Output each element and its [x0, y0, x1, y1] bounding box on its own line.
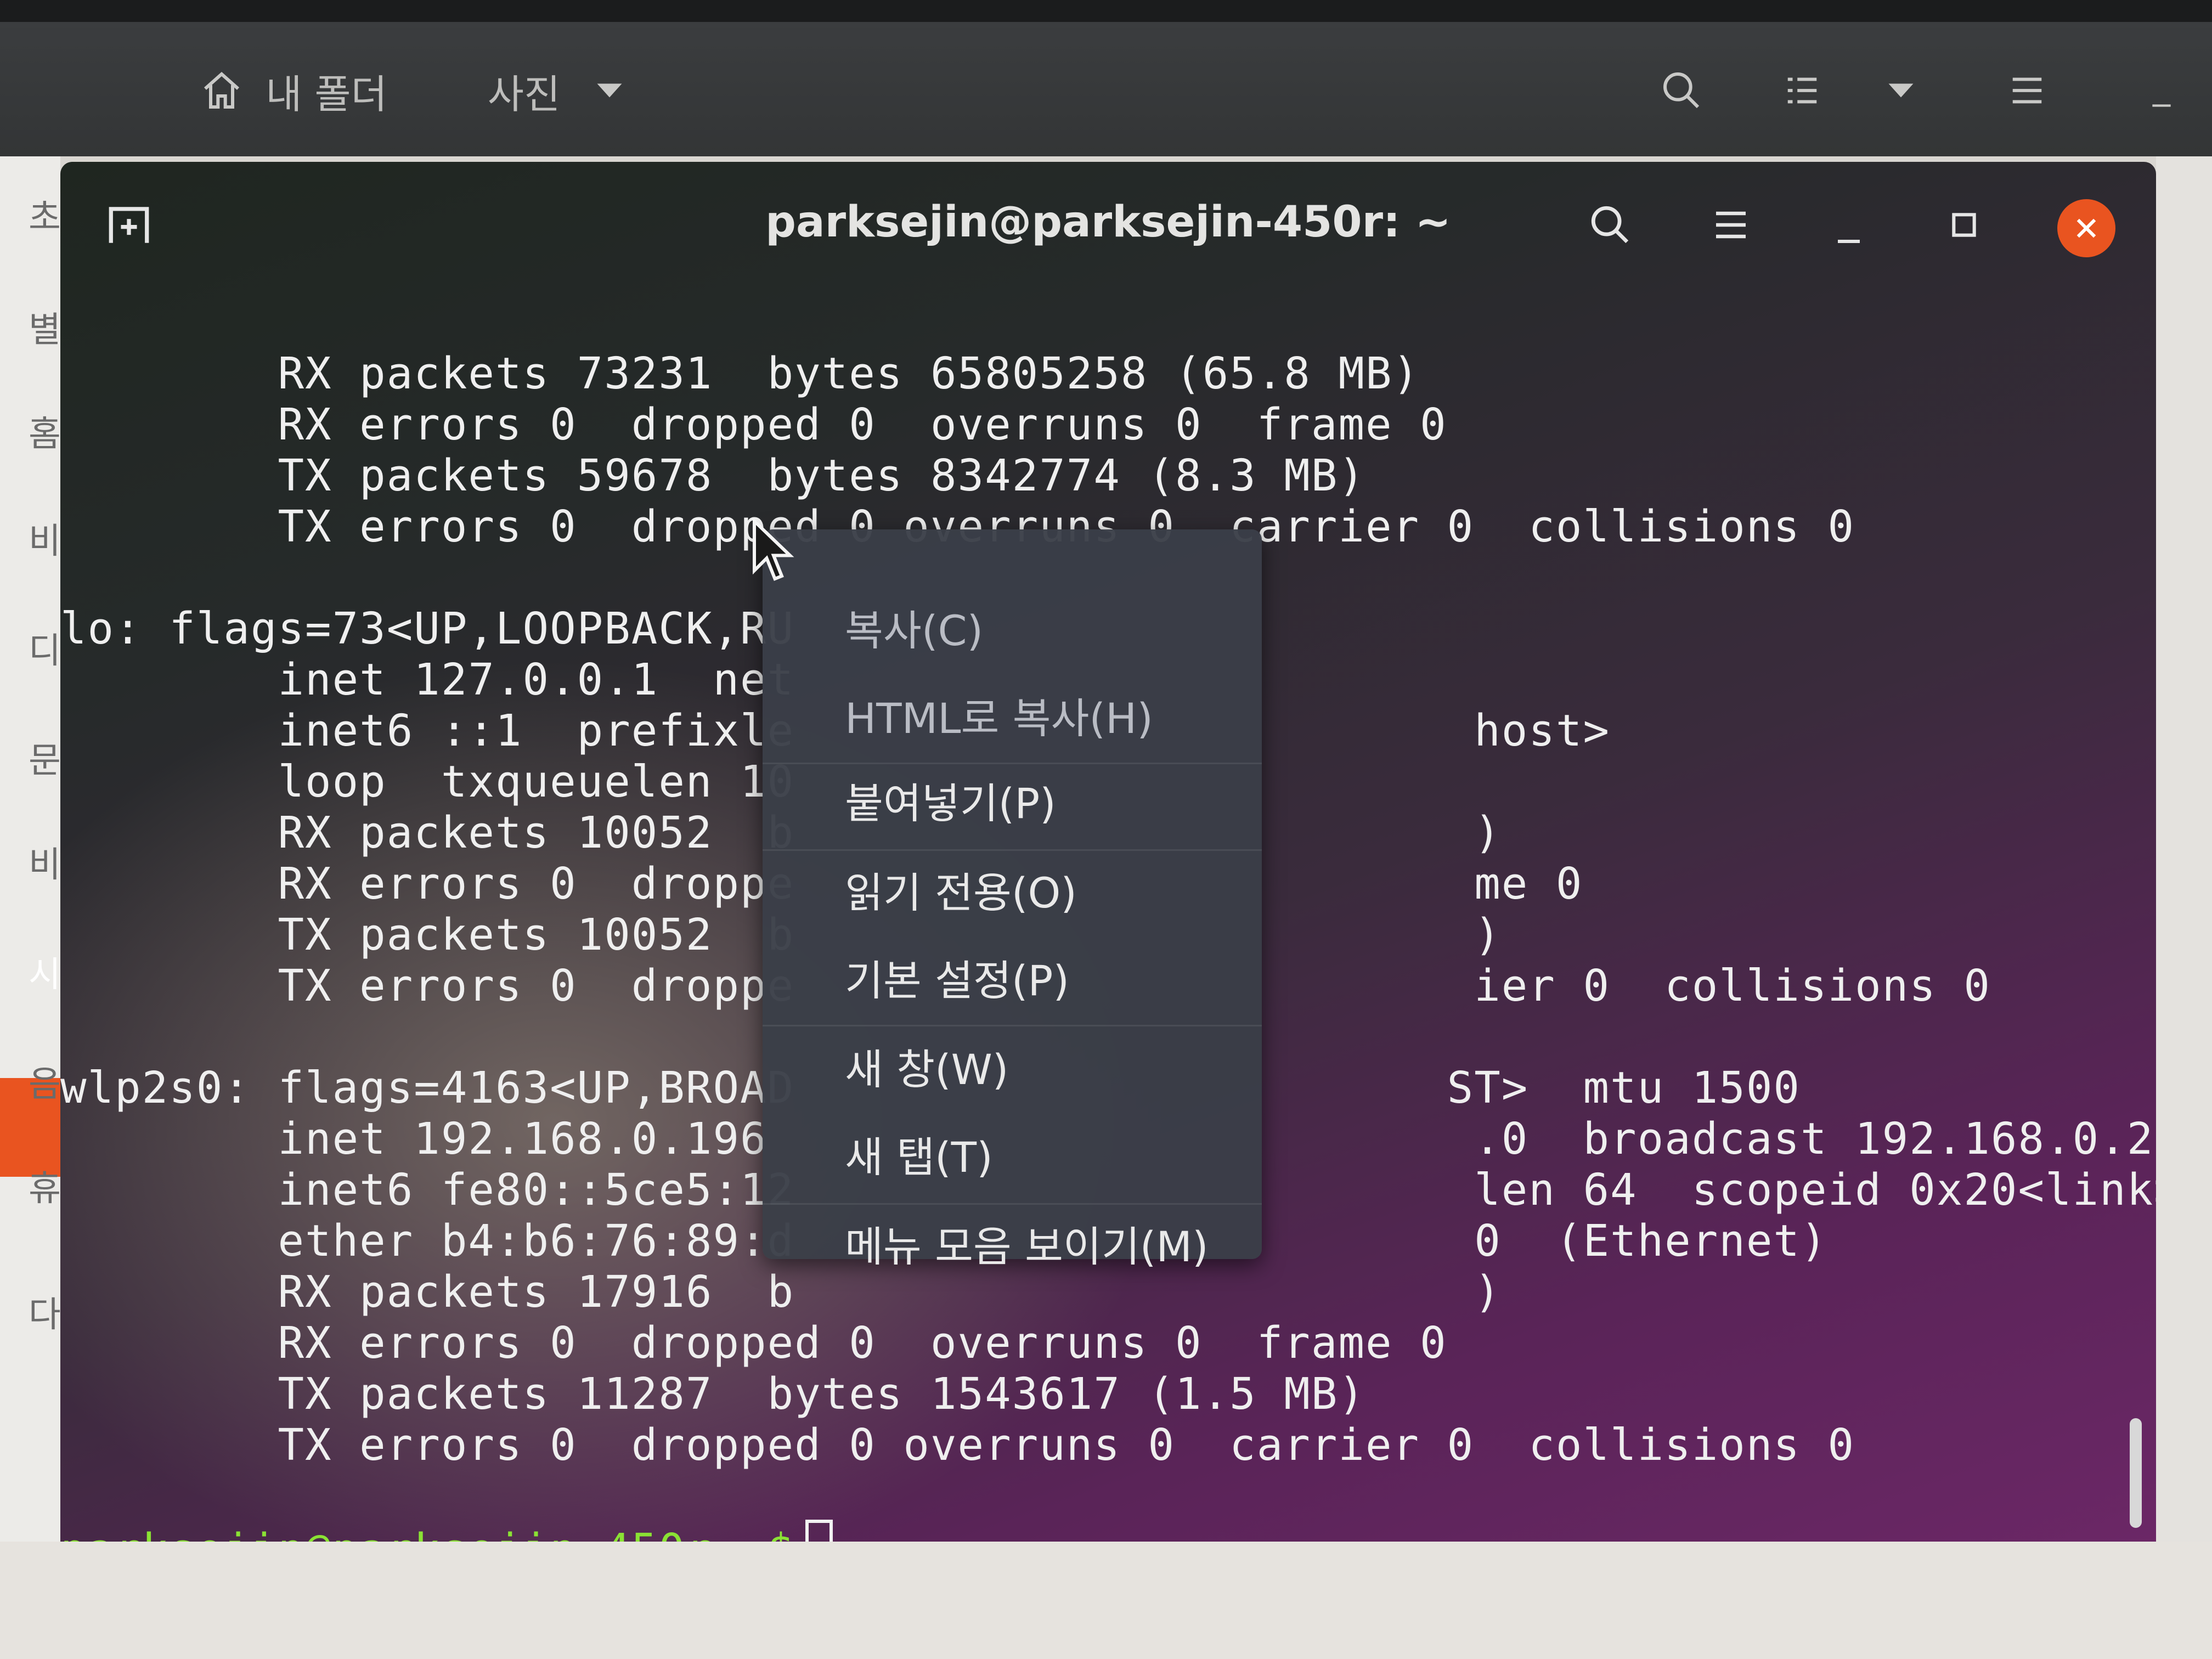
new-tab-icon	[109, 207, 149, 243]
shell-prompt: parksejin@parksejin-450r:~$	[60, 1525, 794, 1542]
current-folder-label: 사진	[487, 71, 561, 117]
text-cursor	[805, 1520, 833, 1542]
terminal-line: loop txqueuelen 10	[60, 757, 795, 807]
folder-path-button[interactable]: 사진	[472, 60, 642, 121]
search-icon	[1591, 206, 1629, 244]
fm-search-button[interactable]	[1640, 60, 1723, 121]
desktop-bottom	[0, 1542, 2212, 1659]
sidebar-item[interactable]: 초	[29, 189, 61, 240]
terminal-line: RX packets 73231 bytes 65805258 (65.8 MB…	[60, 348, 1420, 399]
terminal-maximize-button[interactable]	[1926, 195, 2002, 255]
search-icon	[1663, 72, 1700, 109]
terminal-line: RX errors 0 dropped 0 overruns 0 frame 0	[60, 1318, 1447, 1368]
sidebar-item[interactable]: 별	[29, 302, 61, 352]
terminal-menu-button[interactable]	[1690, 195, 1772, 255]
menu-item-read-only[interactable]: 읽기 전용(O)	[845, 852, 1077, 934]
close-icon	[2076, 218, 2096, 238]
sidebar-item[interactable]: 문	[29, 732, 61, 783]
terminal-line: TX errors 0 dropped 0 overruns 0 carrier…	[60, 1420, 1855, 1470]
background-window-edge	[2156, 156, 2212, 1659]
terminal-scrollbar[interactable]	[2130, 1418, 2142, 1528]
terminal-search-button[interactable]	[1569, 195, 1651, 255]
menu-item-new-tab[interactable]: 새 탭(T)	[845, 1116, 993, 1199]
top-panel	[0, 0, 2212, 22]
list-view-icon	[1787, 77, 1817, 104]
menu-item-preferences[interactable]: 기본 설정(P)	[845, 940, 1069, 1022]
fm-minimize-button[interactable]	[2129, 77, 2194, 121]
terminal-line: lo: flags=73<UP,LOOPBACK,RU	[60, 603, 795, 654]
sidebar-item[interactable]: 음	[29, 1056, 61, 1107]
view-options-button[interactable]	[1865, 60, 1937, 121]
mouse-pointer-icon	[752, 517, 795, 586]
home-label: 내 폴더	[266, 71, 387, 117]
menu-item-copy[interactable]: 복사(C)	[845, 590, 983, 672]
sidebar-item[interactable]: 홈	[29, 406, 61, 456]
terminal-minimize-button[interactable]	[1810, 200, 1887, 261]
sidebar-item[interactable]: 시	[29, 946, 61, 997]
menu-separator	[763, 849, 1262, 851]
chevron-down-icon	[597, 83, 622, 98]
hamburger-icon	[1716, 211, 1746, 239]
terminal-titlebar[interactable]: parksejin@parksejin-450r: ~	[60, 162, 2156, 283]
hamburger-icon	[2012, 77, 2042, 104]
maximize-icon	[1952, 213, 1976, 237]
file-manager-sidebar: 초 별 홈 비 디 문 비 시 음 휴 다	[0, 156, 61, 1659]
sidebar-item[interactable]: 비	[29, 837, 61, 887]
terminal-line: inet 127.0.0.1 net	[60, 654, 795, 705]
context-menu: 복사(C) HTML로 복사(H) 붙여넣기(P) 읽기 전용(O) 기본 설정…	[763, 529, 1262, 1271]
terminal-line: RX errors 0 dropped 0 overruns 0 frame 0	[60, 399, 1447, 450]
sidebar-item[interactable]: 휴	[29, 1160, 61, 1211]
terminal-line: RX packets 17916 b )	[60, 1267, 1502, 1317]
menu-item-new-window[interactable]: 새 창(W)	[845, 1029, 1008, 1111]
menu-item-paste[interactable]: 붙여넣기(P)	[845, 763, 1056, 845]
terminal-close-button[interactable]	[2057, 199, 2115, 257]
chevron-down-icon	[1888, 83, 1914, 98]
home-button[interactable]: 내 폴더	[176, 60, 411, 121]
sidebar-item[interactable]: 다	[29, 1286, 61, 1337]
list-view-button[interactable]	[1750, 60, 1854, 121]
home-icon	[204, 71, 240, 109]
fm-menu-button[interactable]	[1986, 60, 2068, 121]
menu-separator	[763, 1203, 1262, 1205]
terminal-line: TX packets 11287 bytes 1543617 (1.5 MB)	[60, 1369, 1365, 1419]
minimize-icon	[1838, 240, 1860, 243]
minimize-icon	[2152, 104, 2171, 107]
sidebar-item[interactable]: 비	[29, 513, 61, 563]
sidebar-item[interactable]: 디	[29, 623, 61, 673]
menu-separator	[763, 1025, 1262, 1026]
terminal-line: TX packets 59678 bytes 8342774 (8.3 MB)	[60, 450, 1365, 501]
shell-prompt-line[interactable]: parksejin@parksejin-450r:~$	[60, 1520, 833, 1542]
new-tab-button[interactable]	[99, 200, 159, 250]
menu-item-copy-html[interactable]: HTML로 복사(H)	[845, 678, 1153, 760]
menu-item-show-menubar[interactable]: 메뉴 모음 보이기(M)	[845, 1206, 1209, 1288]
file-manager-header: 내 폴더 사진	[0, 22, 2212, 156]
